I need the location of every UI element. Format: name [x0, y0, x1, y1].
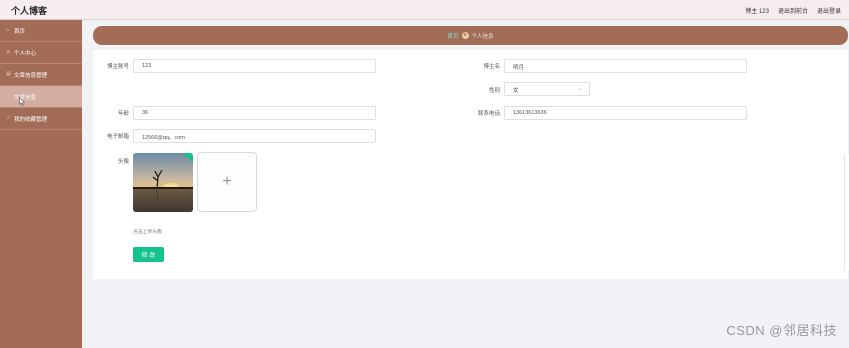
plus-icon: +: [222, 173, 232, 190]
gender-value: 女: [513, 88, 519, 94]
upload-hint: 点击上传头像: [133, 230, 162, 235]
phone-label: 联系电话: [477, 111, 500, 117]
main-content: 首页 ★ 个人信息 博主账号 123 博主名 明月 性别 女 ⌄ 年龄 36 联…: [82, 20, 849, 348]
gender-select[interactable]: 女 ⌄: [504, 82, 590, 96]
star-icon: ☆: [6, 115, 11, 121]
email-field[interactable]: 12566@qq。com: [133, 129, 376, 143]
sidebar: ⌂ 首页 ♙ 个人中心 ▤ 文章信息管理 文章信息 ☆ 我的收藏管理: [0, 20, 82, 348]
sidebar-item-article-management[interactable]: ▤ 文章信息管理: [0, 64, 82, 86]
sidebar-item-label: 个人中心: [14, 50, 37, 57]
gender-label: 性别: [488, 88, 500, 94]
breadcrumb-current: 个人信息: [471, 33, 494, 40]
avatar-label: 头像: [117, 159, 129, 165]
sidebar-item-label: 首页: [14, 28, 26, 35]
lake-tree-image: [133, 153, 193, 212]
logout-link[interactable]: 退出登录: [817, 6, 841, 15]
phone-field[interactable]: 13613613636: [504, 106, 747, 120]
top-bar: 个人博客 博主 123 退出到前台 退出登录: [0, 0, 849, 20]
submit-button[interactable]: 修 改: [133, 247, 164, 262]
sidebar-item-label: 文章信息管理: [14, 72, 48, 79]
user-label: 博主 123: [745, 9, 769, 15]
back-to-front-link[interactable]: 退出到前台: [778, 6, 808, 15]
breadcrumb-home[interactable]: 首页: [447, 32, 458, 40]
mouse-pointer-icon: [19, 97, 25, 106]
sidebar-item-article-info[interactable]: 文章信息: [0, 86, 82, 108]
email-label: 电子邮箱: [106, 134, 129, 140]
watermark: CSDN @邻居科技: [726, 323, 837, 338]
chevron-down-icon: ⌄: [577, 86, 583, 92]
sidebar-item-personal-center[interactable]: ♙ 个人中心: [0, 42, 82, 64]
star-badge-icon: ★: [461, 32, 469, 39]
age-field[interactable]: 36: [133, 106, 376, 120]
user-icon: ♙: [6, 49, 11, 55]
home-icon: ⌂: [6, 27, 10, 33]
sidebar-item-favorites[interactable]: ☆ 我的收藏管理: [0, 108, 82, 130]
account-field[interactable]: 123: [133, 59, 376, 73]
upload-plus-button[interactable]: +: [197, 152, 257, 212]
sidebar-item-label: 文章信息: [14, 94, 37, 101]
avatar-image: [133, 153, 193, 212]
account-label: 博主账号: [106, 64, 129, 70]
name-field[interactable]: 明月: [504, 59, 747, 73]
age-label: 年龄: [117, 111, 129, 117]
sidebar-item-home[interactable]: ⌂ 首页: [0, 20, 82, 42]
name-label: 博主名: [483, 64, 500, 70]
document-icon: ▤: [6, 71, 11, 77]
profile-form: 博主账号 123 博主名 明月 性别 女 ⌄ 年龄 36 联系电话 136136…: [93, 50, 848, 279]
sidebar-item-label: 我的收藏管理: [14, 116, 48, 123]
right-edge-scrollbar[interactable]: [844, 155, 849, 270]
top-right-links: 博主 123 退出到前台 退出登录: [745, 6, 841, 15]
breadcrumb: 首页 ★ 个人信息: [93, 26, 848, 45]
app-title: 个人博客: [11, 6, 48, 16]
